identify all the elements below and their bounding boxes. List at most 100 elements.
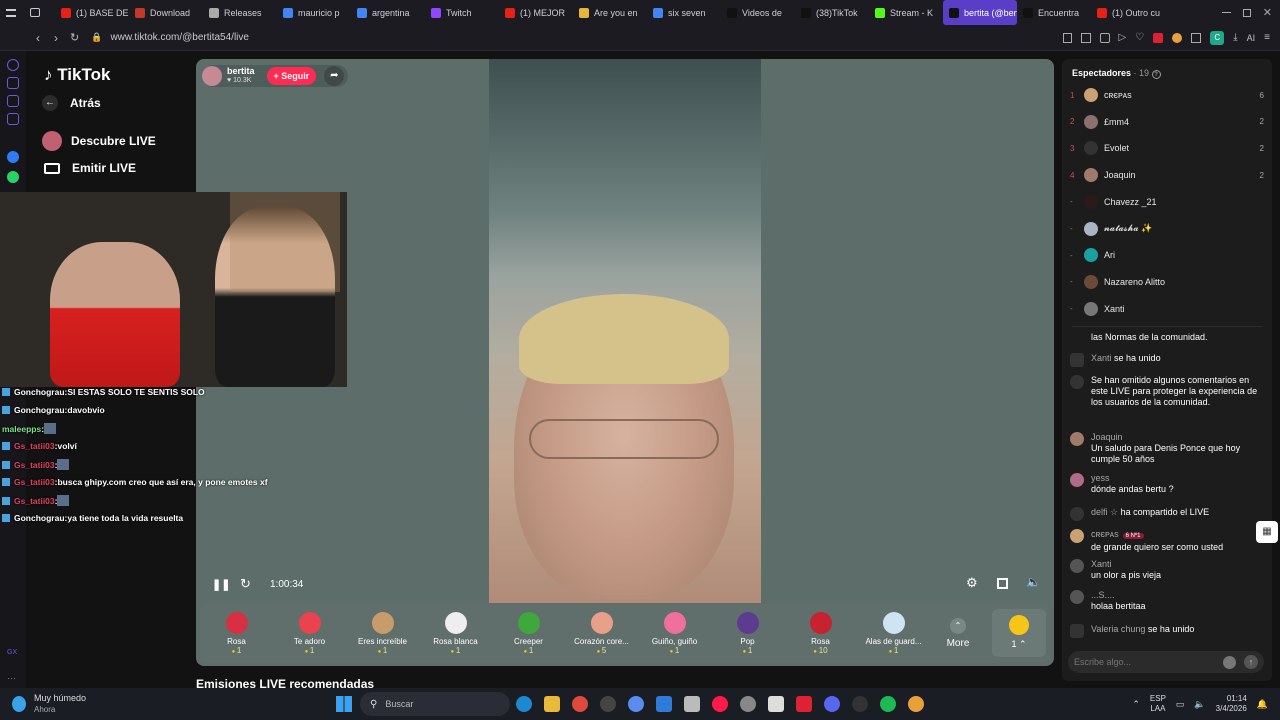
browser-icon[interactable] xyxy=(628,696,645,712)
comment-box[interactable]: ↑ xyxy=(1068,651,1264,673)
profile-icon[interactable]: C xyxy=(1210,30,1225,45)
gift-item[interactable]: Corazón core... ● 5 xyxy=(565,611,638,655)
sidebar-mail-icon[interactable] xyxy=(7,113,19,125)
comment-author[interactable]: ᴄʀєᴘᴀѕ xyxy=(1091,529,1119,539)
comment-avatar[interactable] xyxy=(1070,624,1084,638)
windows-start-icon[interactable] xyxy=(336,696,353,712)
comment-avatar[interactable] xyxy=(1070,473,1084,487)
browser-menu-icon[interactable] xyxy=(6,8,16,17)
comment-author[interactable]: Valeria chung xyxy=(1091,624,1145,634)
emoji-icon[interactable] xyxy=(1223,655,1236,669)
store-icon[interactable] xyxy=(656,696,673,712)
gift-item[interactable]: Creeper ● 1 xyxy=(492,611,565,655)
obs-icon[interactable] xyxy=(600,696,617,712)
comment-avatar[interactable] xyxy=(1070,590,1084,604)
gift-item[interactable]: Eres increíble ● 1 xyxy=(346,611,419,655)
sidebar-bag-icon[interactable] xyxy=(7,77,19,89)
speaker-icon[interactable]: 🔈 xyxy=(1194,699,1205,710)
comment-author[interactable]: delfi ☆ xyxy=(1091,507,1118,517)
nav-discover-live[interactable]: Descubre LIVE xyxy=(42,131,156,151)
comment-avatar[interactable] xyxy=(1070,432,1084,446)
gift-item[interactable]: Rosa ● 10 xyxy=(784,611,857,655)
gift-item[interactable]: Te adoro ● 1 xyxy=(273,611,346,655)
comment-author[interactable]: Xanti xyxy=(1091,559,1112,569)
browser-tab[interactable]: (1) Outro cu xyxy=(1091,0,1165,25)
minimize-icon[interactable] xyxy=(1221,12,1231,13)
gift-item[interactable]: Rosa ● 1 xyxy=(200,611,273,655)
app-icon[interactable] xyxy=(684,696,701,712)
comment-avatar[interactable] xyxy=(1070,507,1084,521)
clock-time[interactable]: 01:14 xyxy=(1216,694,1247,704)
browser-tab[interactable]: Twitch xyxy=(425,0,499,25)
comment-author[interactable]: yess xyxy=(1091,473,1110,483)
browser-tab[interactable]: Are you en xyxy=(573,0,647,25)
fullscreen-icon[interactable] xyxy=(997,578,1008,589)
screenshot-icon[interactable] xyxy=(1080,32,1091,43)
comment-author[interactable]: ...S.... xyxy=(1091,590,1115,600)
sidebar-box-icon[interactable] xyxy=(7,95,19,107)
comment-avatar[interactable] xyxy=(1070,529,1084,543)
maximize-icon[interactable] xyxy=(1242,8,1251,17)
help-icon[interactable]: ? xyxy=(1151,70,1161,79)
settings-gear-icon[interactable]: ⚙ xyxy=(966,575,978,591)
browser-tab[interactable]: (1) MEJOR xyxy=(499,0,573,25)
pause-icon[interactable]: ❚❚ xyxy=(212,578,230,591)
gift-more-button[interactable]: ⌃ More xyxy=(930,617,986,649)
tab-list-icon[interactable] xyxy=(30,8,40,17)
browser-tab[interactable]: (1) BASE DE xyxy=(55,0,129,25)
browser-tab[interactable]: Releases xyxy=(203,0,277,25)
tiktok-logo[interactable]: ♪ TikTok xyxy=(44,65,110,85)
bookmark-icon[interactable] xyxy=(1062,32,1072,43)
extension-orange-icon[interactable] xyxy=(1172,32,1183,43)
back-arrow-icon[interactable]: ‹ xyxy=(36,31,40,45)
share-icon[interactable]: ➦ xyxy=(324,66,345,86)
comment-author[interactable]: Joaquin xyxy=(1091,432,1123,442)
refresh-icon[interactable]: ↻ xyxy=(240,576,251,592)
lang-label[interactable]: ESP xyxy=(1150,694,1166,704)
volume-icon[interactable]: 🔈 xyxy=(1026,575,1041,589)
viewer-row[interactable]: - Xanti xyxy=(1070,301,1264,316)
whatsapp-icon[interactable] xyxy=(7,171,19,183)
browser-tab[interactable]: Download xyxy=(129,0,203,25)
url-field[interactable]: www.tiktok.com/@bertita54/live xyxy=(110,32,249,43)
browser-tab[interactable]: Videos de xyxy=(721,0,795,25)
sidebar-gx-icon[interactable]: GX xyxy=(7,649,21,661)
send-arrow-icon[interactable]: ↑ xyxy=(1244,655,1258,669)
comment-avatar[interactable] xyxy=(1070,353,1084,367)
nav-go-live[interactable]: Emitir LIVE xyxy=(42,161,136,175)
discord-icon[interactable] xyxy=(824,696,841,712)
comment-author[interactable]: Xanti xyxy=(1091,353,1112,363)
follow-button[interactable]: + Seguir xyxy=(266,67,317,85)
edge-icon[interactable] xyxy=(516,696,533,712)
gift-item[interactable]: Guiño, guiño ● 1 xyxy=(638,611,711,655)
network-icon[interactable]: ▭ xyxy=(1176,699,1185,710)
ai-icon[interactable]: AI xyxy=(1247,33,1256,43)
file-explorer-icon[interactable] xyxy=(544,696,561,712)
browser-tab[interactable]: argentina xyxy=(351,0,425,25)
forward-arrow-icon[interactable]: › xyxy=(54,31,58,45)
sidebar-more-icon[interactable]: … xyxy=(7,671,19,683)
viewer-row[interactable]: 3 Evolet 2 xyxy=(1070,141,1264,156)
floating-menu-icon[interactable]: ▦ xyxy=(1256,521,1278,543)
host-name[interactable]: bertita xyxy=(227,66,255,76)
comment-input[interactable] xyxy=(1074,657,1223,667)
weather-label[interactable]: Muy húmedo xyxy=(34,693,86,704)
viewer-row[interactable]: - Chavezz _21 xyxy=(1070,194,1264,209)
gift-item[interactable]: Rosa blanca ● 1 xyxy=(419,611,492,655)
viewer-row[interactable]: 2 £mm4 2 xyxy=(1070,114,1264,129)
messenger-icon[interactable] xyxy=(7,151,19,163)
live-video[interactable] xyxy=(489,59,761,603)
extension-red-icon[interactable] xyxy=(1153,32,1164,43)
spotify-icon[interactable] xyxy=(880,696,897,712)
settings-icon[interactable] xyxy=(740,696,757,712)
browser-tab[interactable]: (38)TikTok xyxy=(795,0,869,25)
comment-avatar[interactable] xyxy=(1070,375,1084,389)
gift-item[interactable]: Alas de guard... ● 1 xyxy=(857,611,930,655)
close-icon[interactable]: ✕ xyxy=(1263,6,1272,19)
download-icon[interactable]: ⤓ xyxy=(1233,32,1237,43)
browser-tab[interactable]: six seven xyxy=(647,0,721,25)
browser-tab[interactable]: bertita (@bertita xyxy=(943,0,1017,25)
tray-chevron-icon[interactable]: ⌃ xyxy=(1132,699,1140,710)
notion-icon[interactable] xyxy=(768,696,785,712)
viewer-row[interactable]: - 𝓷𝓪𝓽𝓪𝓼𝓱𝓪 ✨ xyxy=(1070,221,1264,236)
